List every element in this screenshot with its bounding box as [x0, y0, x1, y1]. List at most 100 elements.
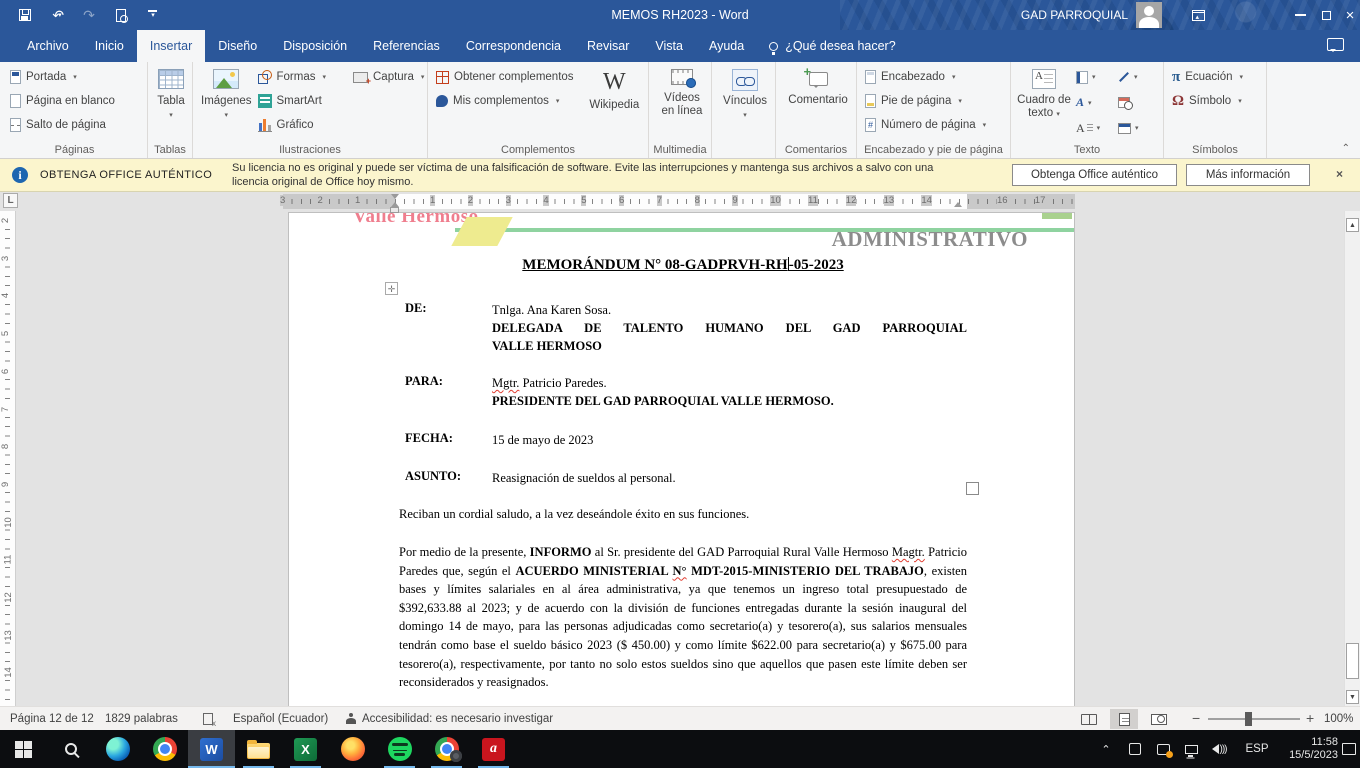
close-button[interactable]: × — [1338, 0, 1360, 30]
read-mode-button[interactable] — [1075, 709, 1103, 729]
scroll-up-icon[interactable]: ▲ — [1346, 218, 1359, 232]
network-icon[interactable] — [1180, 730, 1202, 768]
cuadro-de-texto-button[interactable]: Cuadro detexto ▾ — [1016, 65, 1072, 142]
imagenes-button[interactable]: Imágenes▾ — [198, 65, 255, 142]
tab-revisar[interactable]: Revisar — [574, 30, 642, 62]
comment-bubble-icon[interactable] — [1327, 38, 1344, 51]
taskbar-chrome[interactable] — [141, 730, 188, 768]
tab-diseno[interactable]: Diseño — [205, 30, 270, 62]
print-layout-button[interactable] — [1110, 709, 1138, 729]
header-icon — [865, 70, 876, 84]
language-indicator[interactable]: Español (Ecuador) — [233, 707, 328, 731]
vertical-scrollbar[interactable]: ▲ ▼ — [1344, 211, 1360, 706]
taskbar-edge[interactable] — [94, 730, 141, 768]
zoom-slider-handle[interactable] — [1245, 712, 1252, 726]
tab-correspondencia[interactable]: Correspondencia — [453, 30, 574, 62]
horizontal-ruler[interactable]: 32112345678910111213141617 — [283, 194, 1075, 209]
word-count[interactable]: 1829 palabras — [105, 707, 178, 731]
grafico-button[interactable]: Gráfico — [255, 113, 350, 137]
wordart-button[interactable]: A▾ — [1072, 91, 1114, 115]
lightbulb-icon — [769, 42, 778, 51]
wikipedia-button[interactable]: WWikipedia — [584, 65, 645, 142]
restore-button[interactable] — [1314, 0, 1338, 30]
ilustraciones-column2: Captura▾ — [350, 65, 424, 142]
taskbar-chrome-app[interactable] — [423, 730, 470, 768]
ecuacion-button[interactable]: πEcuación▾ — [1169, 65, 1263, 89]
group-encabezado: Encabezado▾ Pie de página▾ Número de pág… — [857, 62, 1011, 158]
zoom-slider-track[interactable] — [1208, 718, 1300, 720]
tray-device-icon[interactable] — [1124, 730, 1146, 768]
action-center-icon[interactable] — [1338, 730, 1360, 768]
fecha-y-hora-button[interactable] — [1114, 91, 1156, 115]
numero-de-pagina-button[interactable]: Número de página▾ — [862, 113, 1007, 137]
start-button[interactable] — [0, 730, 47, 768]
tab-selector[interactable]: L — [3, 193, 18, 208]
taskbar-acrobat[interactable]: a — [470, 730, 517, 768]
objeto-button[interactable]: ▾ — [1114, 116, 1156, 140]
get-genuine-office-button[interactable]: Obtenga Office auténtico — [1012, 164, 1177, 186]
taskbar-explorer[interactable] — [235, 730, 282, 768]
group-label-comentarios: Comentarios — [776, 144, 856, 156]
tab-insertar[interactable]: Insertar — [137, 30, 205, 62]
tell-me-box[interactable]: ¿Qué desea hacer? — [757, 30, 908, 62]
formas-button[interactable]: Formas▾ — [255, 65, 350, 89]
salto-de-pagina-button[interactable]: Salto de página — [7, 113, 144, 137]
vinculos-button[interactable]: Vínculos▾ — [717, 65, 773, 122]
ribbon-display-options-button[interactable] — [1186, 0, 1210, 30]
encabezado-button[interactable]: Encabezado▾ — [862, 65, 1007, 89]
letra-capital-button[interactable]: A▾ — [1072, 116, 1114, 140]
collapse-ribbon-button[interactable]: ⌃ — [1342, 143, 1350, 154]
zoom-in-button[interactable]: + — [1306, 707, 1314, 731]
tab-inicio[interactable]: Inicio — [82, 30, 137, 62]
clock[interactable]: 11:58 15/5/2023 — [1278, 730, 1340, 768]
zoom-level[interactable]: 100% — [1324, 707, 1353, 731]
pagina-en-blanco-button[interactable]: Página en blanco — [7, 89, 144, 113]
comentario-button[interactable]: Comentario — [781, 65, 855, 107]
right-indent-marker[interactable] — [954, 202, 962, 207]
tab-vista[interactable]: Vista — [642, 30, 696, 62]
dismiss-warning-icon[interactable]: × — [1336, 167, 1343, 181]
elementos-rapidos-button[interactable]: ▾ — [1072, 65, 1114, 89]
more-info-button[interactable]: Más información — [1186, 164, 1310, 186]
left-indent-marker[interactable] — [390, 207, 399, 213]
minimize-button[interactable] — [1288, 0, 1312, 30]
tab-archivo[interactable]: Archivo — [14, 30, 82, 62]
web-layout-button[interactable] — [1145, 709, 1173, 729]
firma-button[interactable]: ▾ — [1114, 65, 1156, 89]
portada-button[interactable]: Portada▾ — [7, 65, 144, 89]
smartart-button[interactable]: SmartArt — [255, 89, 350, 113]
account-avatar[interactable] — [1136, 2, 1162, 28]
first-line-indent-marker[interactable] — [391, 194, 399, 199]
search-button[interactable] — [47, 730, 94, 768]
tab-referencias[interactable]: Referencias — [360, 30, 453, 62]
pie-de-pagina-button[interactable]: Pie de página▾ — [862, 89, 1007, 113]
accessibility-status[interactable]: Accesibilidad: es necesario investigar — [362, 707, 553, 731]
tab-disposicion[interactable]: Disposición — [270, 30, 360, 62]
cover-page-icon — [10, 70, 21, 84]
taskbar-firefox[interactable] — [329, 730, 376, 768]
scroll-down-icon[interactable]: ▼ — [1346, 690, 1359, 704]
tray-update-icon[interactable] — [1152, 730, 1174, 768]
zoom-out-button[interactable]: − — [1192, 707, 1200, 731]
keyboard-language[interactable]: ESP — [1240, 730, 1274, 768]
page-indicator[interactable]: Página 12 de 12 — [10, 707, 94, 731]
taskbar-word[interactable]: W — [188, 730, 235, 768]
vertical-ruler[interactable]: 234567891011121314 — [0, 211, 16, 706]
tray-chevron-icon[interactable]: ⌃ — [1096, 730, 1116, 768]
macro-record-icon[interactable] — [203, 713, 213, 725]
document-page[interactable]: Valle Hermoso ADMINISTRATIVO MEMORÁNDUM … — [288, 212, 1075, 706]
taskbar-spotify[interactable] — [376, 730, 423, 768]
tab-ayuda[interactable]: Ayuda — [696, 30, 757, 62]
tabla-button[interactable]: Tabla▾ — [153, 65, 189, 122]
obtener-complementos-button[interactable]: Obtener complementos — [433, 65, 584, 89]
field-label-asunto: ASUNTO: — [405, 469, 461, 484]
simbolo-button[interactable]: ΩSímbolo▾ — [1169, 89, 1263, 113]
account-name[interactable]: GAD PARROQUIAL — [1021, 0, 1128, 30]
taskbar-excel[interactable]: X — [282, 730, 329, 768]
captura-button[interactable]: Captura▾ — [350, 65, 424, 89]
scrollbar-thumb[interactable] — [1346, 643, 1359, 679]
mis-complementos-button[interactable]: Mis complementos▾ — [433, 89, 584, 113]
table-move-handle[interactable]: ✛ — [385, 282, 398, 295]
videos-en-linea-button[interactable]: Vídeosen línea — [654, 65, 710, 118]
volume-icon[interactable]: ))) — [1206, 730, 1232, 768]
